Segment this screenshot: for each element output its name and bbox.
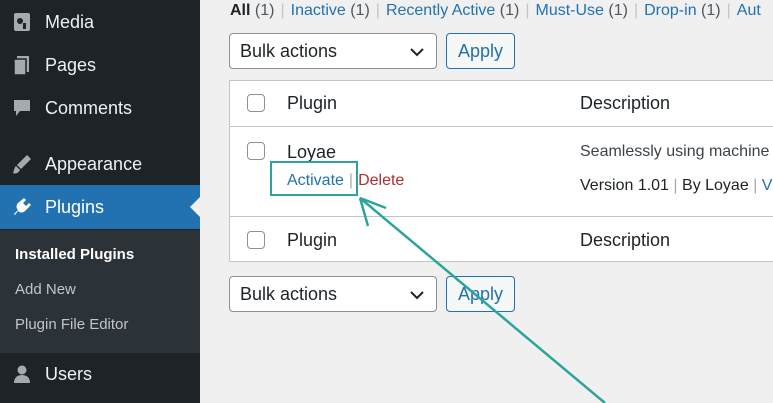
annotation-arrow	[358, 196, 606, 403]
